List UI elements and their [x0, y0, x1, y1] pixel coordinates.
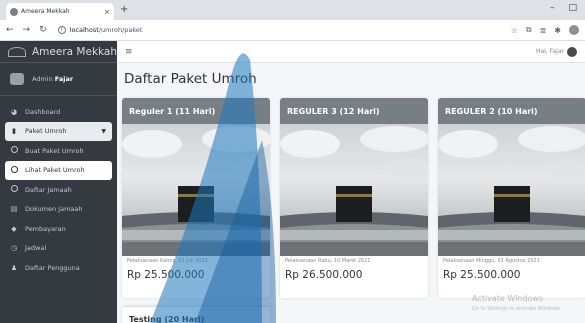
sidebar-item-label: Paket Umroh	[25, 127, 67, 135]
user-greeting[interactable]: Hai, Fajar	[535, 46, 577, 57]
file-icon: ▤	[10, 205, 18, 213]
tab-bar: Ameera Mekkah × + – □	[0, 0, 585, 20]
sidebar-item-dashboard[interactable]: ◕ Dashboard	[5, 102, 112, 121]
brand[interactable]: Ameera Mekkah	[0, 41, 117, 63]
hamburger-menu-icon[interactable]: ≡	[125, 47, 133, 57]
kaaba-photo	[438, 124, 585, 256]
package-schedule: Pelaksanaan Kamis, 01 Juli 2021	[127, 258, 208, 264]
clock-icon: ◷	[10, 244, 18, 252]
package-card[interactable]: REGULER 3 (12 Hari) Pelaksanaan Rabu, 10…	[280, 98, 428, 298]
package-card-title: REGULER 2 (10 Hari)	[438, 98, 585, 124]
user-label: Admin Fajar	[32, 75, 73, 83]
extension-icon[interactable]: ⧉	[526, 25, 532, 35]
sidebar-item-label: Jadwal	[25, 244, 47, 252]
package-card[interactable]: REGULER 2 (10 Hari) Pelaksanaan Minggu, …	[438, 98, 585, 298]
new-tab-button[interactable]: +	[120, 4, 128, 15]
sidebar: Ameera Mekkah Admin Fajar ◕ Dashboard ▮ …	[0, 41, 117, 323]
puzzle-icon[interactable]: ✱	[554, 26, 561, 35]
user-name: Fajar	[54, 75, 74, 83]
reload-icon[interactable]: ↻	[39, 25, 47, 35]
maximize-button[interactable]: □	[568, 3, 577, 13]
sidebar-item-label: Daftar Jamaah	[25, 185, 72, 194]
gauge-icon: ◕	[10, 107, 18, 116]
package-price: Rp 25.500.000	[443, 269, 521, 281]
browser-extensions: ☆ ⧉ ≣ ✱	[511, 25, 579, 35]
sidebar-item-label: Dokumen Jamaah	[25, 205, 83, 213]
sidebar-item-label: Buat Paket Umroh	[25, 146, 84, 155]
package-card-title: REGULER 3 (12 Hari)	[280, 98, 428, 124]
user-panel[interactable]: Admin Fajar	[0, 63, 117, 96]
top-navbar: ≡ Hai, Fajar	[117, 41, 585, 63]
tag-icon: ◆	[11, 224, 17, 233]
package-schedule: Pelaksanaan Minggu, 01 Agustus 2021	[443, 258, 540, 264]
package-schedule: Pelaksanaan Rabu, 10 Maret 2021	[285, 258, 371, 264]
url-host: localhost	[69, 26, 99, 34]
browser-window: Ameera Mekkah × + – □ ← → ↻ i localhost/…	[0, 0, 585, 323]
tab-close-icon[interactable]: ×	[104, 8, 110, 16]
tab-title: Ameera Mekkah	[21, 8, 70, 15]
kaaba-photo	[122, 124, 270, 256]
brand-name: Ameera Mekkah	[32, 45, 118, 58]
user-avatar	[10, 73, 24, 85]
sidebar-item-lihat-paket[interactable]: Lihat Paket Umroh	[5, 160, 112, 180]
kaaba-photo	[280, 124, 428, 256]
address-bar: ← → ↻ i localhost/umroh/paket ☆ ⧉ ≣ ✱	[0, 20, 585, 41]
profile-avatar[interactable]	[569, 25, 579, 35]
back-icon[interactable]: ←	[6, 25, 14, 35]
sidebar-item-pembayaran[interactable]: ◆ Pembayaran	[5, 219, 112, 238]
sidebar-item-paket-umroh[interactable]: ▮ Paket Umroh ▼	[5, 121, 112, 141]
activate-windows-title: Activate Windows	[472, 294, 544, 303]
page-title: Daftar Paket Umroh	[124, 71, 257, 87]
window-controls: – □	[550, 3, 577, 13]
browser-tab[interactable]: Ameera Mekkah ×	[6, 3, 114, 20]
circle-icon	[10, 146, 18, 155]
forward-icon[interactable]: →	[23, 25, 31, 35]
sidebar-item-label: Dashboard	[25, 107, 61, 116]
circle-icon	[10, 185, 18, 194]
chevron-down-icon: ▼	[101, 127, 106, 135]
package-price: Rp 26.500.000	[285, 269, 363, 281]
sidebar-item-daftar-jamaah[interactable]: Daftar Jamaah	[5, 180, 112, 199]
sidebar-menu: ◕ Dashboard ▮ Paket Umroh ▼ Buat Paket U…	[0, 96, 117, 277]
package-price: Rp 25.500.000	[127, 269, 205, 281]
greeting-text: Hai, Fajar	[535, 48, 564, 55]
url-path: /umroh/paket	[98, 26, 143, 34]
sidebar-item-label: Lihat Paket Umroh	[25, 166, 85, 174]
menu-list-icon[interactable]: ≣	[540, 26, 547, 35]
circle-icon	[10, 165, 18, 175]
sidebar-item-daftar-pengguna[interactable]: ♟ Daftar Pengguna	[5, 258, 112, 277]
sidebar-item-jadwal[interactable]: ◷ Jadwal	[5, 239, 112, 258]
package-card[interactable]: Testing (20 Hari)	[122, 306, 270, 323]
package-card-title: Testing (20 Hari)	[122, 306, 270, 323]
user-prefix: Admin	[32, 75, 53, 83]
brand-logo-icon	[8, 46, 26, 57]
package-card[interactable]: Reguler 1 (11 Hari) Pelaksanaan Kamis, 0…	[122, 98, 270, 298]
minimize-button[interactable]: –	[550, 3, 555, 13]
info-icon[interactable]: i	[57, 26, 66, 34]
activate-windows-subtitle: Go to Settings to activate Windows.	[472, 306, 562, 312]
sidebar-item-label: Pembayaran	[25, 224, 66, 233]
package-card-title: Reguler 1 (11 Hari)	[122, 98, 270, 124]
url-field[interactable]: i localhost/umroh/paket	[57, 26, 502, 34]
star-icon[interactable]: ☆	[511, 26, 518, 35]
user-avatar-small	[567, 46, 577, 57]
user-icon: ♟	[10, 263, 18, 272]
sidebar-item-buat-paket[interactable]: Buat Paket Umroh	[5, 141, 112, 160]
sidebar-item-label: Daftar Pengguna	[25, 263, 80, 272]
favicon-icon	[10, 7, 18, 16]
book-icon: ▮	[12, 127, 16, 135]
sidebar-item-dokumen-jamaah[interactable]: ▤ Dokumen Jamaah	[5, 200, 112, 219]
